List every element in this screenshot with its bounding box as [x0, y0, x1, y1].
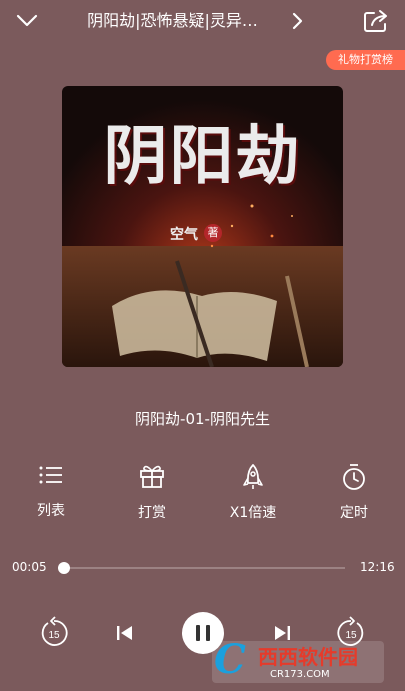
reward-label: 打赏 — [138, 505, 166, 521]
previous-track-icon[interactable] — [115, 623, 135, 643]
gift-icon — [140, 465, 164, 488]
list-icon — [39, 466, 62, 484]
watermark-text: 西西软件园 — [258, 645, 358, 669]
pause-icon-bar-right — [206, 625, 210, 641]
progress-bar: 00:05 12:16 — [0, 556, 405, 582]
top-bar: 阴阳劫|恐怖悬疑|灵异… — [0, 0, 405, 42]
list-button[interactable]: 列表 — [11, 463, 91, 527]
rocket-icon — [243, 464, 263, 489]
rewind-15-button[interactable]: 15 — [38, 614, 70, 650]
watermark-c-glyph: C — [214, 636, 246, 683]
timer-label: 定时 — [340, 505, 368, 521]
cover-author-badge: 著 — [204, 224, 222, 242]
timer-icon — [343, 464, 365, 490]
progress-thumb[interactable] — [57, 562, 70, 574]
progress-track[interactable] — [62, 567, 345, 569]
cover-author: 空气 — [170, 227, 198, 243]
gift-rank-button[interactable]: 礼物打赏榜 — [326, 50, 405, 70]
chevron-right-icon[interactable] — [288, 10, 306, 32]
list-label: 列表 — [37, 503, 65, 519]
watermark-sub: CR173.COM — [270, 669, 330, 680]
album-title[interactable]: 阴阳劫|恐怖悬疑|灵异… — [60, 10, 285, 32]
speed-button[interactable]: X1倍速 — [213, 463, 293, 527]
rewind-seconds: 15 — [48, 630, 60, 641]
next-track-icon[interactable] — [272, 623, 292, 643]
chevron-down-icon[interactable] — [14, 9, 40, 31]
pause-icon-bar-left — [196, 625, 200, 641]
total-time: 12:16 — [360, 560, 395, 574]
forward-seconds: 15 — [345, 630, 357, 641]
cover-title: 阴阳劫 — [103, 119, 302, 194]
watermark-logo: C 西西软件园 CR173.COM — [212, 637, 384, 683]
share-icon[interactable] — [362, 8, 390, 34]
album-cover: 阴阳劫 空气 著 — [62, 86, 343, 367]
episode-title: 阴阳劫-01-阴阳先生 — [135, 410, 270, 428]
timer-button[interactable]: 定时 — [314, 463, 394, 527]
speed-label: X1倍速 — [229, 505, 277, 521]
reward-button[interactable]: 打赏 — [112, 463, 192, 527]
elapsed-time: 00:05 — [12, 560, 47, 574]
action-row: 列表 打赏 X1倍速 定时 — [0, 463, 405, 533]
